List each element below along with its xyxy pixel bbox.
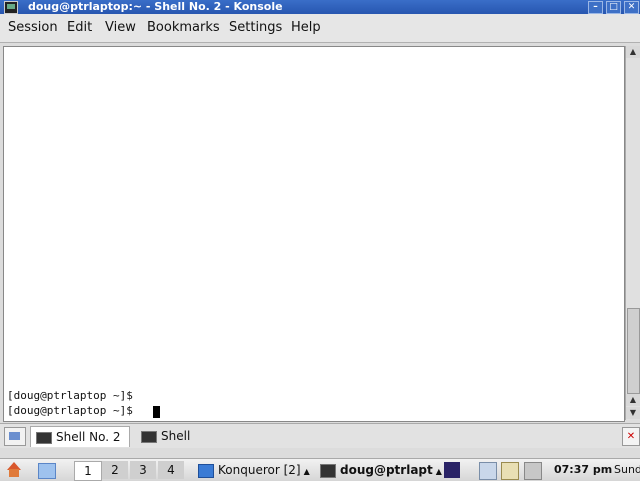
terminal-output[interactable]: [doug@ptrlaptop ~]$ [doug@ptrlaptop ~]$: [3, 46, 625, 422]
expand-arrow-icon: ▲: [435, 467, 442, 476]
scroll-down-arrow-icon[interactable]: ▼: [626, 407, 640, 419]
scroll-up-arrow-icon[interactable]: ▲: [626, 394, 640, 406]
tab-label: Shell: [161, 429, 191, 443]
klipper-icon[interactable]: [501, 462, 519, 480]
scroll-up-arrow-icon[interactable]: ▲: [626, 46, 640, 58]
kde-menu-icon[interactable]: [6, 462, 22, 478]
clock-time[interactable]: 07:37 pm: [554, 461, 612, 479]
desktop-1-button[interactable]: 1: [74, 461, 102, 481]
tab-shell[interactable]: Shell: [136, 426, 196, 446]
minimize-button[interactable]: –: [588, 1, 603, 14]
terminal-icon: [36, 431, 52, 444]
desktop-2-button[interactable]: 2: [102, 461, 128, 479]
menu-bar: Session Edit View Bookmarks Settings Hel…: [0, 14, 640, 43]
menu-bookmarks[interactable]: Bookmarks: [147, 20, 220, 36]
terminal-line: [doug@ptrlaptop ~]$: [7, 389, 133, 402]
maximize-button[interactable]: □: [606, 1, 621, 14]
menu-help[interactable]: Help: [291, 20, 321, 36]
scrollbar-thumb[interactable]: [627, 308, 640, 394]
window-title: doug@ptrlaptop:~ - Shell No. 2 - Konsole: [28, 0, 283, 13]
task-konsole[interactable]: doug@ptrlapt ▲: [320, 461, 442, 479]
power-management-icon[interactable]: [524, 462, 542, 480]
new-session-icon[interactable]: [4, 427, 26, 446]
terminal-icon: [320, 463, 336, 478]
menu-settings[interactable]: Settings: [229, 20, 282, 36]
window-titlebar[interactable]: doug@ptrlaptop:~ - Shell No. 2 - Konsole…: [0, 0, 640, 14]
clock-date[interactable]: Sund: [614, 461, 640, 479]
task-label: Konqueror [2]: [218, 463, 301, 477]
task-label: doug@ptrlapt: [340, 463, 433, 477]
konqueror-icon: [198, 463, 214, 478]
close-button[interactable]: ✕: [624, 1, 639, 14]
terminal-line: [doug@ptrlaptop ~]$: [7, 404, 140, 417]
konsole-app-icon[interactable]: [4, 1, 18, 14]
close-session-icon[interactable]: ✕: [622, 427, 640, 446]
terminal-scrollbar[interactable]: ▲ ▲ ▼: [625, 46, 640, 420]
kde-taskbar: 1 2 3 4 Konqueror [2] ▲ doug@ptrlapt ▲ 07:…: [0, 458, 640, 481]
tab-shell-no-2[interactable]: Shell No. 2: [30, 426, 130, 447]
desktop-3-button[interactable]: 3: [130, 461, 156, 479]
expand-arrow-icon: ▲: [303, 467, 310, 476]
text-cursor: [153, 406, 160, 418]
task-konqueror[interactable]: Konqueror [2] ▲: [198, 461, 316, 479]
menu-view[interactable]: View: [105, 20, 136, 36]
desktop-4-button[interactable]: 4: [158, 461, 184, 479]
menu-edit[interactable]: Edit: [67, 20, 92, 36]
tab-label: Shell No. 2: [56, 430, 121, 444]
speaker-icon[interactable]: [479, 462, 497, 480]
menu-session[interactable]: Session: [8, 20, 58, 36]
session-tab-bar: Shell No. 2 Shell ✕: [0, 423, 640, 448]
show-desktop-icon[interactable]: [38, 463, 56, 479]
wallpaper-thumbnail-icon[interactable]: [444, 462, 460, 478]
terminal-icon: [141, 430, 157, 443]
